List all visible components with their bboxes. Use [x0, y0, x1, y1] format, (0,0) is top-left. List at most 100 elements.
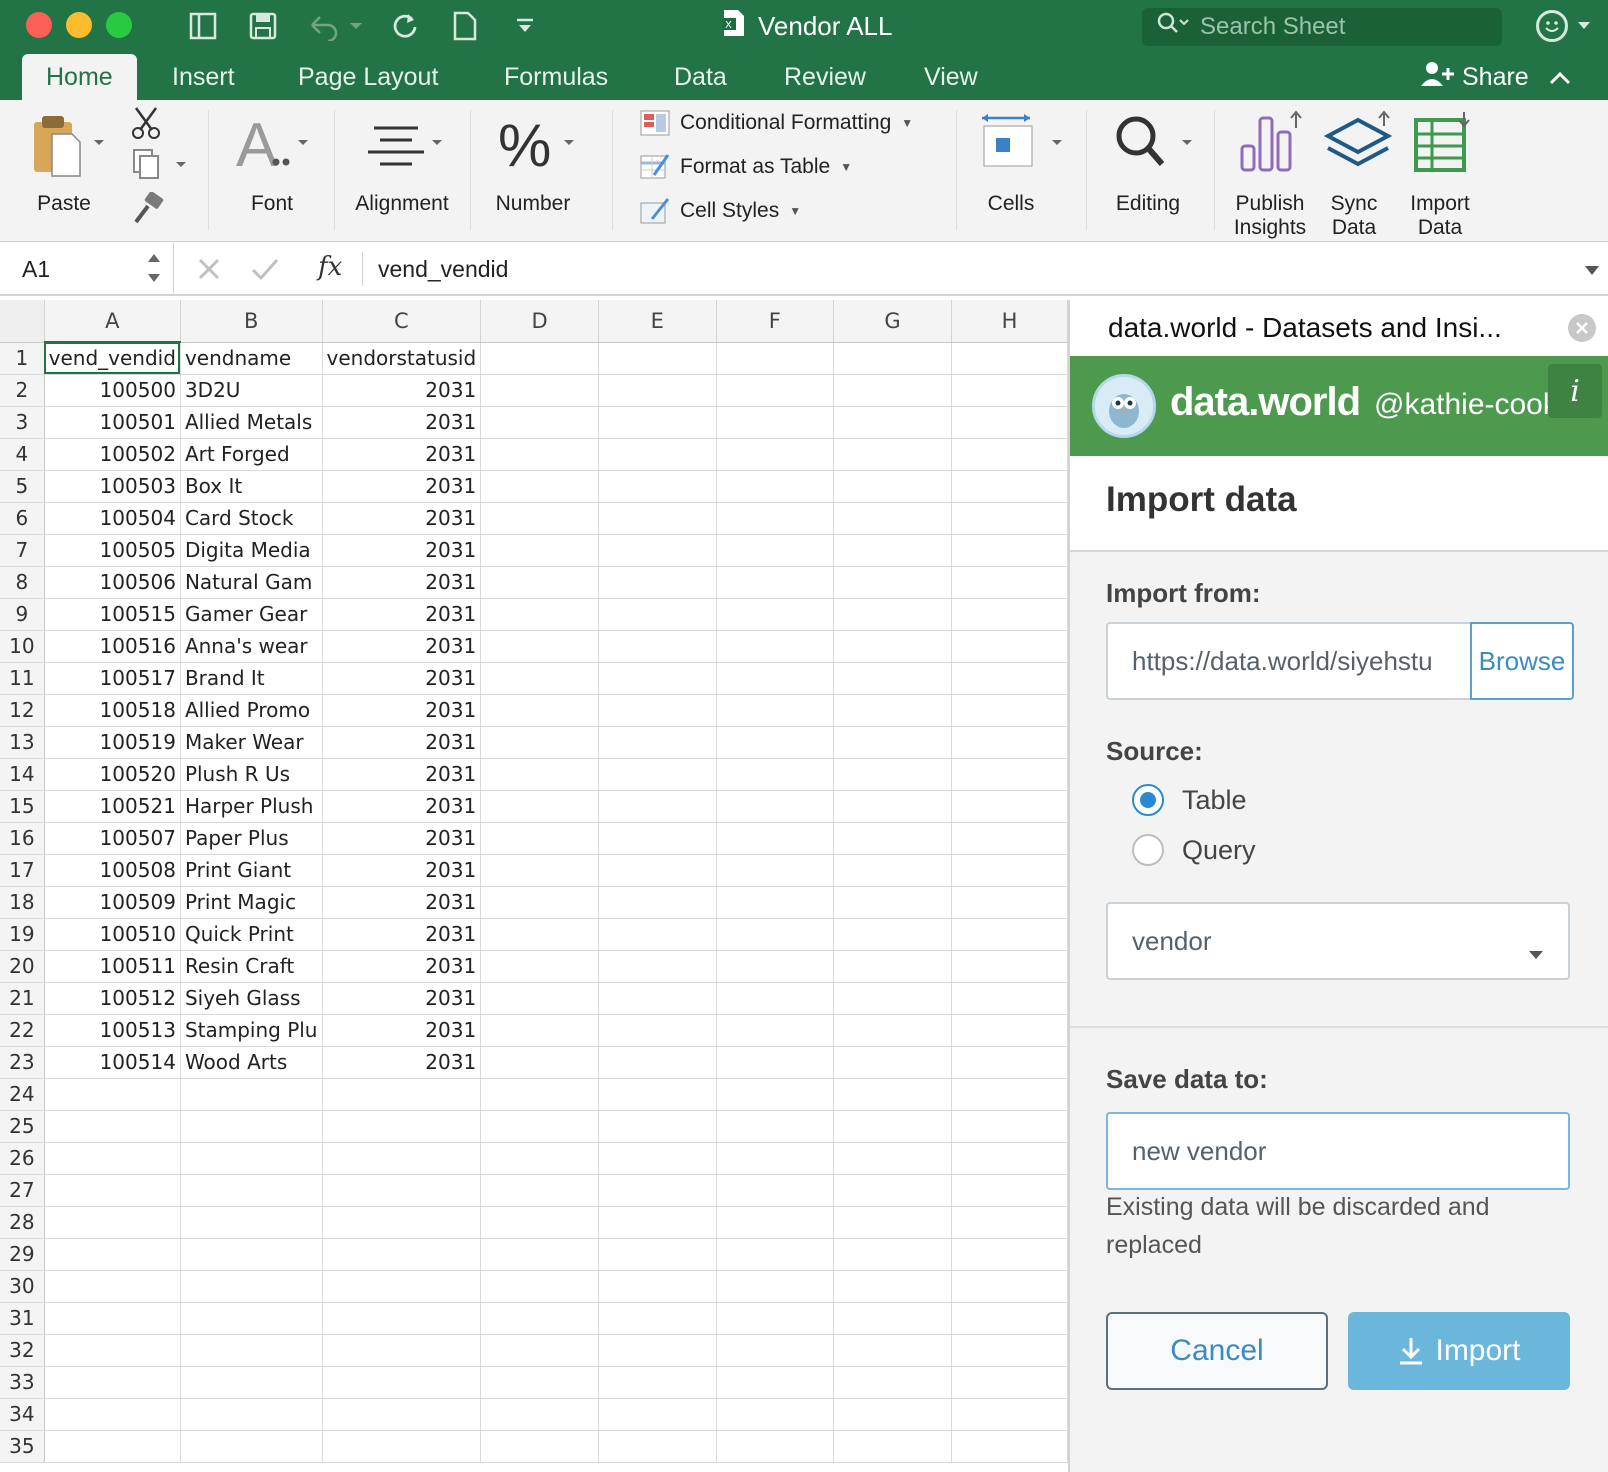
cell[interactable] — [951, 566, 1068, 599]
cell[interactable]: 2031 — [322, 566, 482, 599]
close-window-button[interactable] — [26, 12, 52, 38]
info-icon[interactable]: i — [1548, 364, 1602, 418]
row-header[interactable]: 9 — [0, 598, 45, 631]
cell[interactable] — [480, 598, 600, 631]
cell[interactable] — [44, 1174, 181, 1207]
formula-input[interactable]: vend_vendid — [378, 242, 508, 296]
cell[interactable] — [716, 470, 835, 503]
cell[interactable] — [833, 1206, 952, 1239]
cell[interactable] — [598, 342, 717, 375]
cell[interactable] — [180, 1398, 323, 1431]
row-header[interactable]: 21 — [0, 982, 45, 1015]
cell[interactable] — [951, 982, 1068, 1015]
format-painter-icon[interactable] — [130, 191, 166, 230]
cell[interactable] — [180, 1238, 323, 1271]
save-icon[interactable] — [246, 10, 280, 42]
cell[interactable]: Stamping Plu — [180, 1014, 323, 1047]
cell[interactable] — [833, 694, 952, 727]
cell[interactable]: Paper Plus — [180, 822, 323, 855]
cell[interactable] — [716, 342, 835, 375]
cell[interactable]: 2031 — [322, 598, 482, 631]
cell[interactable] — [833, 502, 952, 535]
cell[interactable] — [598, 438, 717, 471]
row-header[interactable]: 17 — [0, 854, 45, 887]
cell[interactable] — [480, 886, 600, 919]
row-header[interactable]: 29 — [0, 1238, 45, 1271]
cell[interactable] — [951, 502, 1068, 535]
row-header[interactable]: 24 — [0, 1078, 45, 1111]
row-header[interactable]: 4 — [0, 438, 45, 471]
zoom-window-button[interactable] — [106, 12, 132, 38]
account-menu[interactable]: @kathie-cook — [1374, 388, 1552, 422]
cell[interactable] — [598, 374, 717, 407]
cell[interactable] — [716, 1046, 835, 1079]
cell[interactable] — [598, 1334, 717, 1367]
row-header[interactable]: 3 — [0, 406, 45, 439]
cell[interactable] — [716, 726, 835, 759]
cell[interactable] — [598, 982, 717, 1015]
cell[interactable] — [833, 598, 952, 631]
cell[interactable] — [322, 1174, 482, 1207]
cell[interactable] — [180, 1302, 323, 1335]
cell[interactable]: 100515 — [44, 598, 181, 631]
share-button[interactable]: Share — [1420, 54, 1571, 100]
cell[interactable]: 100506 — [44, 566, 181, 599]
cell[interactable] — [480, 1398, 600, 1431]
cell[interactable]: 100518 — [44, 694, 181, 727]
cell[interactable]: 2031 — [322, 630, 482, 663]
tab-home[interactable]: Home — [22, 54, 137, 100]
row-header[interactable]: 2 — [0, 374, 45, 407]
row-header[interactable]: 13 — [0, 726, 45, 759]
row-header[interactable]: 25 — [0, 1110, 45, 1143]
cell[interactable] — [44, 1334, 181, 1367]
cells-button[interactable]: Cells — [978, 110, 1078, 220]
cell[interactable] — [716, 1238, 835, 1271]
cell[interactable]: Maker Wear — [180, 726, 323, 759]
row-header[interactable]: 32 — [0, 1334, 45, 1367]
cell[interactable] — [951, 1238, 1068, 1271]
column-header[interactable]: A — [44, 300, 181, 343]
cell[interactable] — [480, 1014, 600, 1047]
cell[interactable] — [598, 886, 717, 919]
cell[interactable] — [322, 1110, 482, 1143]
cell[interactable] — [480, 630, 600, 663]
cell[interactable] — [951, 470, 1068, 503]
cell[interactable] — [598, 822, 717, 855]
cell[interactable] — [480, 1142, 600, 1175]
cell[interactable] — [480, 502, 600, 535]
cell[interactable] — [951, 1398, 1068, 1431]
tab-view[interactable]: View — [924, 54, 978, 100]
cell[interactable]: Resin Craft — [180, 950, 323, 983]
cell[interactable] — [44, 1238, 181, 1271]
cell[interactable]: 100508 — [44, 854, 181, 887]
cell[interactable]: 2031 — [322, 982, 482, 1015]
cell[interactable] — [833, 726, 952, 759]
cell[interactable]: Siyeh Glass — [180, 982, 323, 1015]
cell[interactable] — [716, 1430, 835, 1463]
cell[interactable] — [833, 630, 952, 663]
tab-formulas[interactable]: Formulas — [504, 54, 608, 100]
cell[interactable]: 100502 — [44, 438, 181, 471]
column-header[interactable]: B — [180, 300, 323, 343]
cell[interactable]: Digita Media — [180, 534, 323, 567]
cell[interactable]: 2031 — [322, 822, 482, 855]
cell[interactable] — [951, 1430, 1068, 1463]
cell[interactable] — [44, 1302, 181, 1335]
cell[interactable]: 100505 — [44, 534, 181, 567]
cell[interactable]: 3D2U — [180, 374, 323, 407]
cell[interactable] — [716, 662, 835, 695]
cell[interactable] — [322, 1366, 482, 1399]
cell[interactable]: Print Giant — [180, 854, 323, 887]
cell[interactable] — [833, 854, 952, 887]
cell[interactable] — [833, 1078, 952, 1111]
row-header[interactable]: 6 — [0, 502, 45, 535]
cell[interactable] — [480, 1334, 600, 1367]
cell[interactable] — [180, 1078, 323, 1111]
cell[interactable]: 100513 — [44, 1014, 181, 1047]
cell[interactable] — [598, 598, 717, 631]
tab-review[interactable]: Review — [784, 54, 866, 100]
cell[interactable] — [598, 1206, 717, 1239]
cell[interactable] — [480, 982, 600, 1015]
cell[interactable] — [480, 1206, 600, 1239]
cell[interactable] — [322, 1270, 482, 1303]
